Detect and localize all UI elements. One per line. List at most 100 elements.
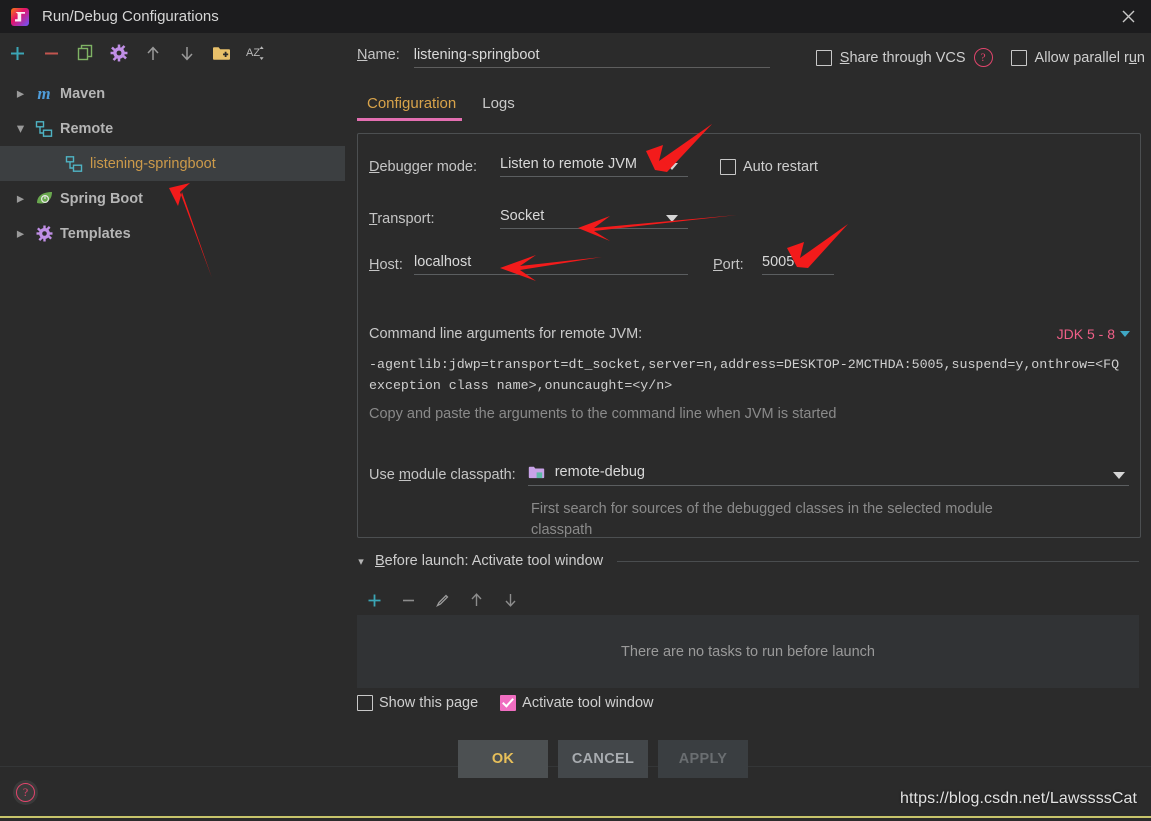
activate-tool-window-checkbox[interactable] — [500, 695, 517, 711]
maven-icon: m — [37, 84, 51, 103]
sidebar-item-remote[interactable]: ▾ Remote — [0, 111, 345, 146]
new-folder-button[interactable] — [204, 36, 238, 70]
sidebar-item-listening-springboot[interactable]: ▸ listening-springboot — [0, 146, 345, 181]
remote-icon — [34, 120, 54, 138]
question-mark-icon[interactable]: ? — [973, 48, 993, 67]
move-task-down-button[interactable] — [493, 585, 527, 615]
debugger-mode-value: Listen to remote JVM — [500, 156, 637, 172]
activate-tool-window-group: Activate tool window — [500, 695, 654, 711]
module-classpath-label: Use module classpath: — [369, 467, 516, 483]
move-up-button[interactable] — [136, 36, 170, 70]
intellij-idea-icon — [11, 7, 29, 26]
pencil-icon[interactable] — [425, 585, 459, 615]
auto-restart-checkbox[interactable] — [720, 159, 736, 175]
window-title: Run/Debug Configurations — [42, 8, 219, 25]
remove-configuration-button[interactable] — [34, 36, 68, 70]
allow-parallel-run-checkbox[interactable] — [1010, 49, 1027, 66]
before-launch-title: Before launch: Activate tool window — [375, 553, 604, 569]
module-classpath-row: Use module classpath: remote-debug — [369, 464, 1129, 486]
activate-tool-window-label: Activate tool window — [522, 695, 654, 711]
copy-configuration-button[interactable] — [68, 36, 102, 70]
run-debug-configurations-dialog: Run/Debug Configurations AZ ▸ m Maven ▾ … — [0, 0, 1151, 821]
tab-bar: Configuration Logs — [357, 90, 531, 121]
close-icon[interactable] — [1105, 0, 1151, 33]
port-row: Port: — [713, 257, 744, 273]
port-label: Port: — [713, 257, 744, 273]
allow-parallel-run-label: Allow parallel run — [1034, 49, 1145, 66]
sidebar-item-label: Spring Boot — [60, 190, 143, 207]
debugger-mode-row: Debugger mode: — [369, 159, 477, 175]
question-mark-icon: ? — [16, 783, 35, 802]
remote-icon — [64, 155, 84, 173]
host-input[interactable]: localhost — [414, 254, 688, 275]
configurations-toolbar: AZ — [0, 33, 345, 73]
module-classpath-hint: First search for sources of the debugged… — [531, 501, 993, 538]
chevron-down-icon — [666, 163, 678, 170]
jdk-version-label: JDK 5 - 8 — [1056, 326, 1115, 342]
add-task-button[interactable] — [357, 585, 391, 615]
chevron-down-icon[interactable]: ▾ — [355, 555, 367, 568]
bottom-options-row: Show this page Activate tool window — [357, 695, 654, 711]
gear-icon — [34, 225, 54, 243]
chevron-right-icon[interactable]: ▸ — [14, 191, 27, 207]
chevron-down-icon — [666, 215, 678, 222]
move-down-button[interactable] — [170, 36, 204, 70]
gear-icon[interactable] — [102, 36, 136, 70]
auto-restart-row: Auto restart — [720, 159, 818, 175]
remove-task-button[interactable] — [391, 585, 425, 615]
ok-button[interactable]: OK — [458, 740, 548, 778]
command-line-arguments-value[interactable]: -agentlib:jdwp=transport=dt_socket,serve… — [369, 354, 1131, 396]
chevron-down-icon — [1113, 472, 1125, 479]
help-button[interactable]: ? — [13, 780, 38, 805]
sidebar-item-label: Templates — [60, 225, 131, 242]
sidebar-item-label: Remote — [60, 120, 114, 137]
before-launch-toolbar — [357, 585, 527, 615]
module-classpath-value: remote-debug — [554, 464, 645, 480]
transport-value: Socket — [500, 208, 545, 224]
sort-alphabetically-icon[interactable]: AZ — [238, 36, 272, 70]
name-input[interactable]: listening-springboot — [413, 47, 770, 68]
jdk-version-select[interactable]: JDK 5 - 8 — [1057, 326, 1130, 342]
chevron-right-icon[interactable]: ▸ — [14, 86, 27, 102]
sidebar-item-spring-boot[interactable]: ▸ Spring Boot — [0, 181, 345, 216]
debugger-mode-select[interactable]: Listen to remote JVM — [500, 156, 688, 177]
dialog-buttons: OK CANCEL APPLY — [458, 740, 748, 778]
chevron-down-icon — [1120, 331, 1130, 337]
name-label: Name: — [357, 47, 400, 63]
svg-text:AZ: AZ — [246, 47, 260, 59]
show-this-page-checkbox[interactable] — [357, 695, 373, 711]
transport-label: Transport: — [369, 211, 435, 227]
apply-button[interactable]: APPLY — [658, 740, 748, 778]
show-this-page-label: Show this page — [379, 695, 479, 711]
cancel-button[interactable]: CANCEL — [558, 740, 648, 778]
sidebar-item-maven[interactable]: ▸ m Maven — [0, 76, 345, 111]
before-launch-header[interactable]: ▾ Before launch: Activate tool window — [355, 553, 1139, 569]
spring-boot-icon — [34, 190, 54, 208]
watermark-text: https://blog.csdn.net/LawssssCat — [900, 790, 1138, 807]
name-row: Name: listening-springboot — [357, 47, 770, 68]
share-through-vcs-checkbox[interactable] — [815, 49, 832, 66]
transport-select[interactable]: Socket — [500, 208, 688, 229]
sidebar-item-label: listening-springboot — [90, 155, 216, 172]
host-row: Host: — [369, 257, 403, 273]
port-input[interactable]: 5005 — [762, 254, 834, 275]
divider — [617, 560, 1139, 562]
before-launch-empty-list[interactable]: There are no tasks to run before launch — [357, 615, 1139, 688]
tab-logs[interactable]: Logs — [472, 90, 531, 121]
configuration-card: Debugger mode: Listen to remote JVM Auto… — [357, 133, 1141, 538]
share-through-vcs-label: Share through VCS — [839, 49, 966, 66]
debugger-mode-label: Debugger mode: — [369, 159, 478, 175]
add-configuration-button[interactable] — [0, 36, 34, 70]
title-bar: Run/Debug Configurations — [0, 0, 1151, 33]
configuration-panel: Name: listening-springboot Share through… — [345, 33, 1151, 766]
command-line-arguments-label: Command line arguments for remote JVM: — [369, 326, 643, 342]
sidebar-item-label: Maven — [60, 85, 106, 102]
chevron-right-icon[interactable]: ▸ — [14, 226, 27, 242]
module-classpath-select[interactable]: remote-debug — [527, 464, 1129, 486]
chevron-down-icon[interactable]: ▾ — [14, 121, 27, 137]
command-line-arguments-hint: Copy and paste the arguments to the comm… — [369, 406, 837, 422]
sidebar-item-templates[interactable]: ▸ Templates — [0, 216, 345, 251]
transport-row: Transport: — [369, 211, 435, 227]
move-task-up-button[interactable] — [459, 585, 493, 615]
tab-configuration[interactable]: Configuration — [357, 90, 472, 121]
